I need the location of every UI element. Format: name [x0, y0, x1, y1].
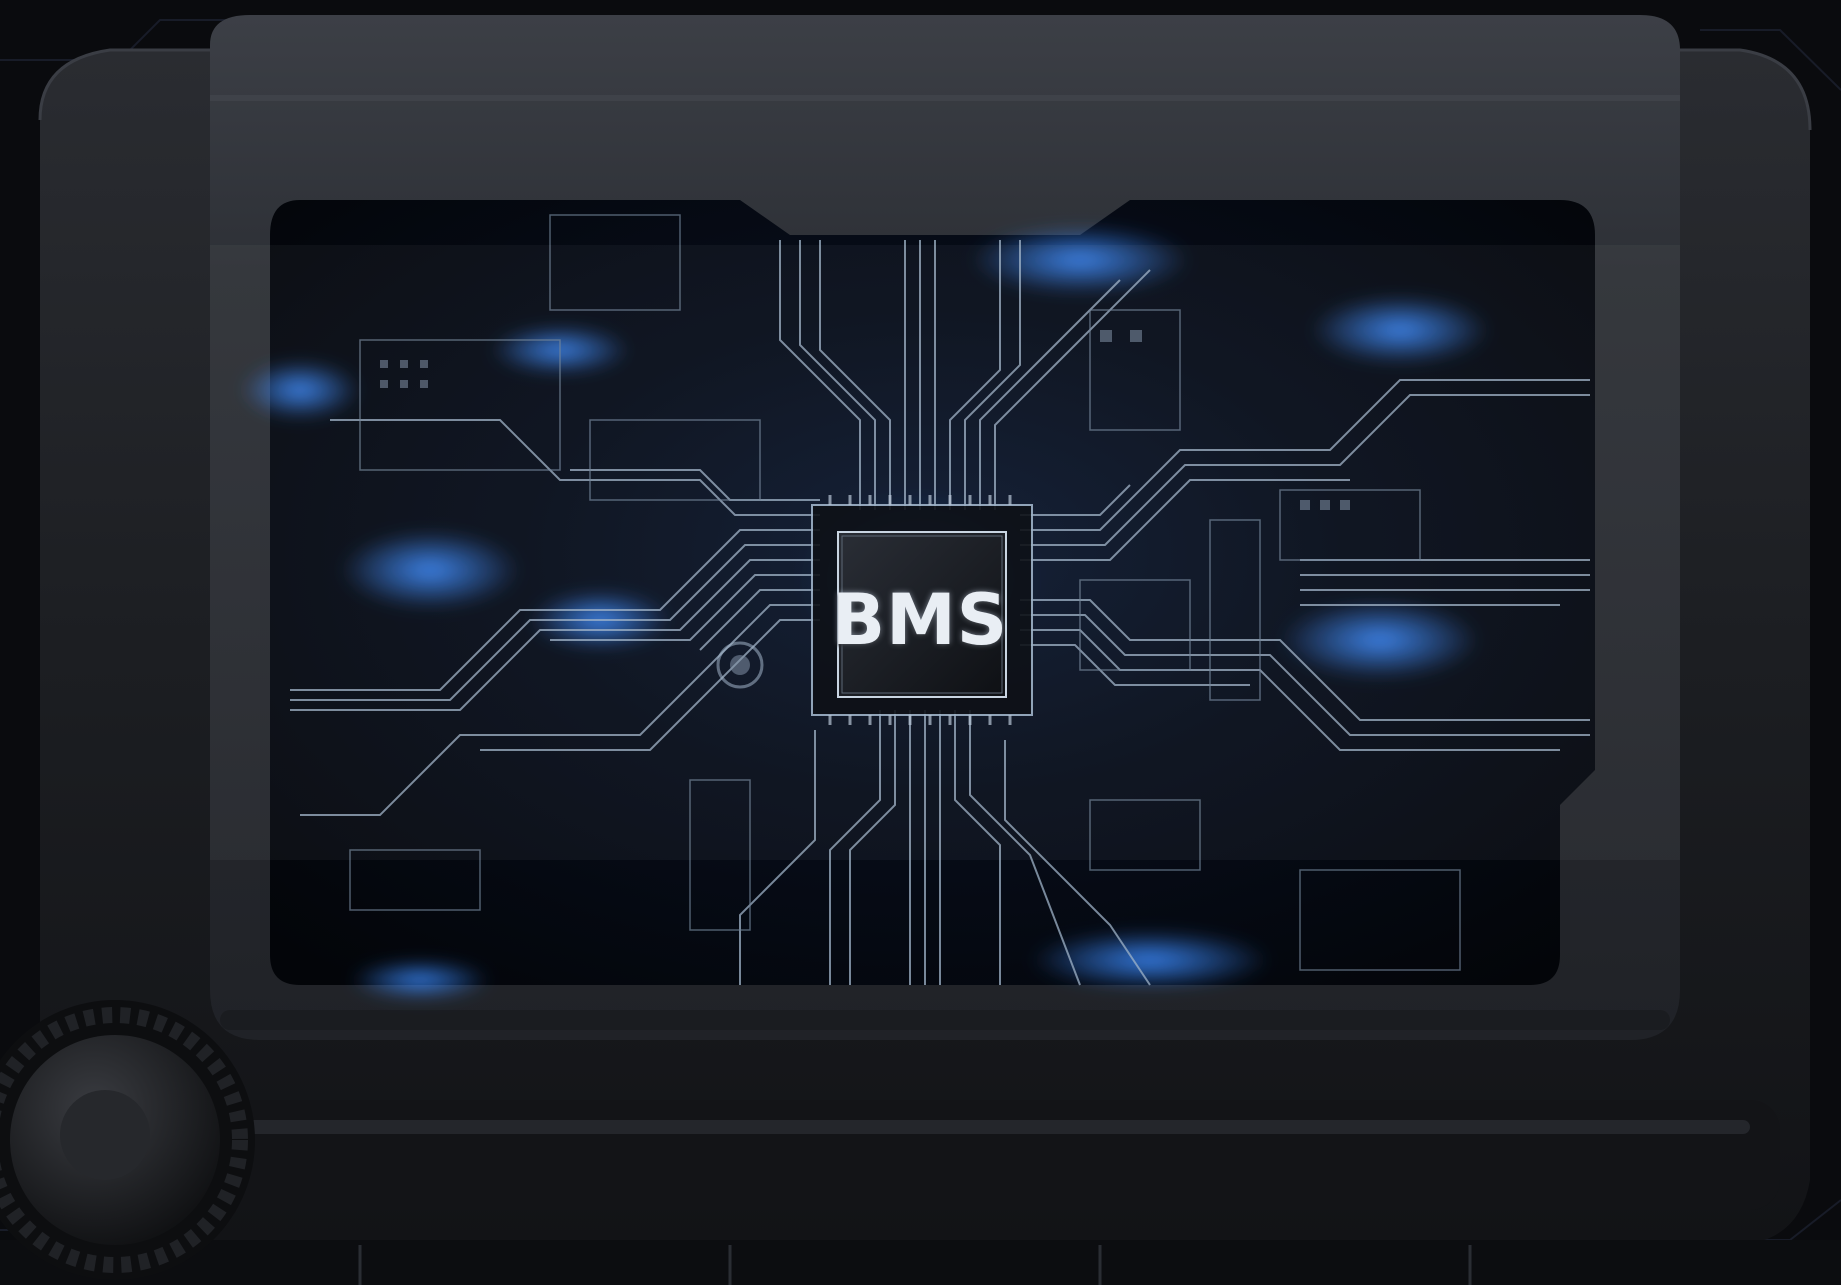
chip-label: BMS: [831, 579, 1009, 661]
